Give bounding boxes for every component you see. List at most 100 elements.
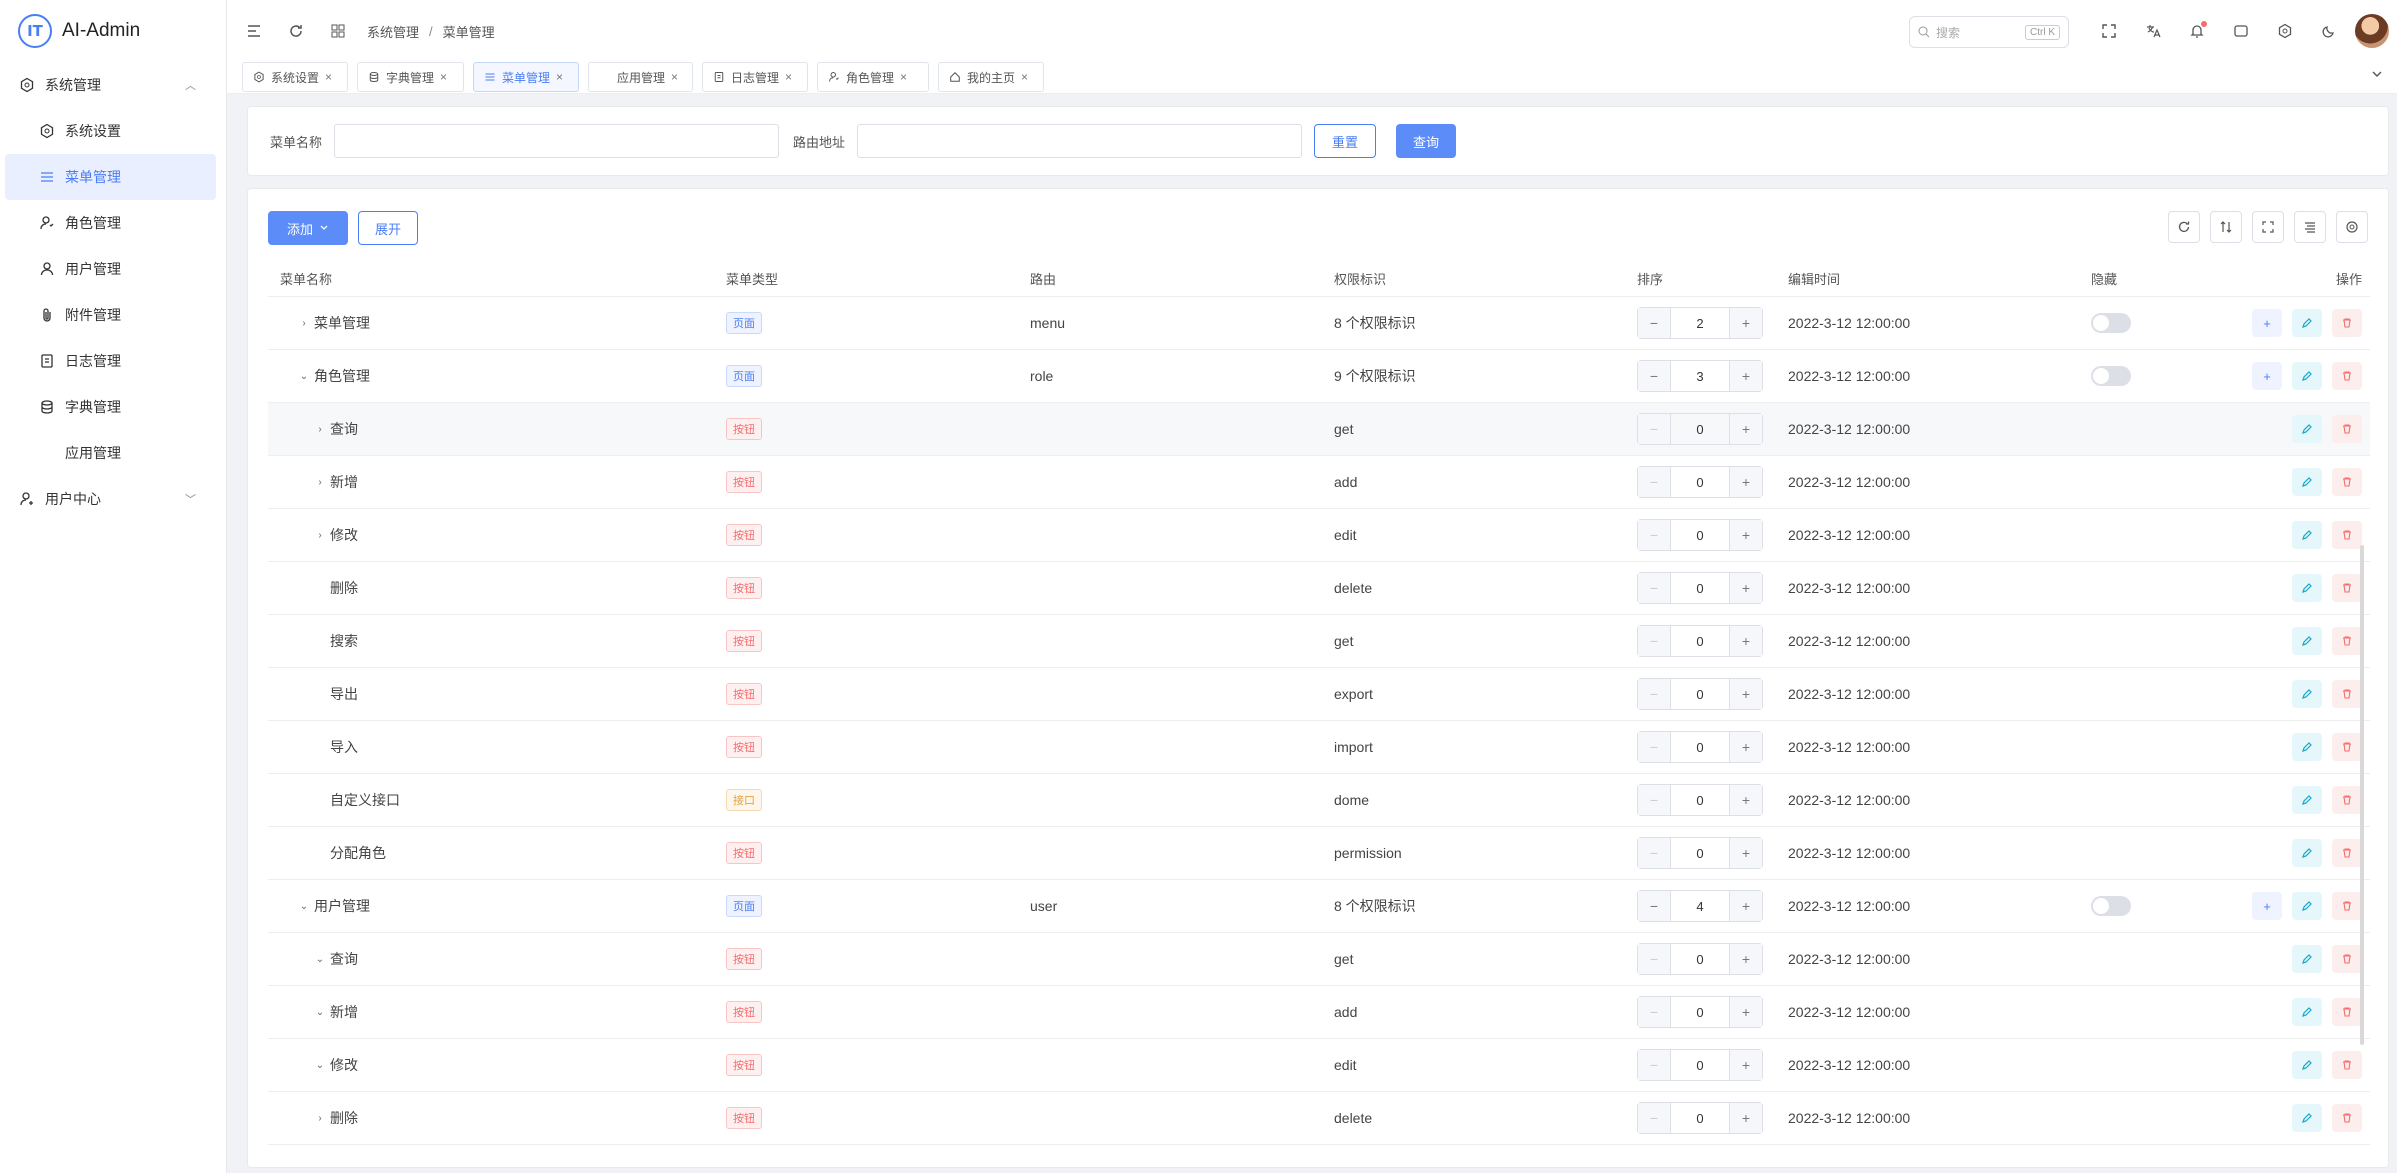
decrement-button[interactable]: − (1638, 732, 1670, 762)
close-icon[interactable]: × (1021, 70, 1028, 84)
decrement-button[interactable]: − (1638, 1050, 1670, 1080)
sort-stepper[interactable]: −0 + (1637, 519, 1763, 551)
chat-icon[interactable] (2226, 16, 2256, 46)
delete-button[interactable] (2332, 362, 2362, 390)
delete-button[interactable] (2332, 468, 2362, 496)
query-button[interactable]: 查询 (1396, 124, 1457, 158)
column-settings-icon[interactable] (2336, 211, 2368, 243)
delete-button[interactable] (2332, 839, 2362, 867)
sidebar-item[interactable]: 附件管理 (0, 292, 226, 338)
hidden-toggle[interactable] (2091, 313, 2131, 333)
edit-button[interactable] (2292, 1051, 2322, 1079)
sidebar-item[interactable]: 字典管理 (0, 384, 226, 430)
increment-button[interactable]: + (1730, 573, 1762, 603)
edit-button[interactable] (2292, 309, 2322, 337)
sidebar-item[interactable]: 日志管理 (0, 338, 226, 384)
sort-value[interactable]: 0 (1670, 520, 1730, 550)
decrement-button[interactable]: − (1638, 838, 1670, 868)
delete-button[interactable] (2332, 521, 2362, 549)
delete-button[interactable] (2332, 1051, 2362, 1079)
fullscreen-icon[interactable] (2094, 16, 2124, 46)
tree-expand-icon[interactable]: ⌄ (314, 954, 326, 965)
increment-button[interactable]: + (1730, 891, 1762, 921)
density-icon[interactable] (2294, 211, 2326, 243)
sidebar-item[interactable]: 系统设置 (0, 108, 226, 154)
search-input[interactable]: 搜索 Ctrl K (1909, 16, 2069, 48)
tree-expand-icon[interactable]: › (298, 318, 310, 329)
edit-button[interactable] (2292, 521, 2322, 549)
tree-expand-icon[interactable]: › (314, 424, 326, 435)
delete-button[interactable] (2332, 945, 2362, 973)
avatar[interactable] (2355, 14, 2389, 48)
edit-button[interactable] (2292, 627, 2322, 655)
delete-button[interactable] (2332, 1104, 2362, 1132)
tab[interactable]: 系统设置 × (242, 62, 348, 92)
edit-button[interactable] (2292, 945, 2322, 973)
sort-stepper[interactable]: −2 + (1637, 307, 1763, 339)
tab[interactable]: 日志管理 × (702, 62, 808, 92)
sort-stepper[interactable]: −0 + (1637, 1102, 1763, 1134)
sort-value[interactable]: 0 (1670, 467, 1730, 497)
delete-button[interactable] (2332, 733, 2362, 761)
sort-stepper[interactable]: −0 + (1637, 413, 1763, 445)
sort-value[interactable]: 2 (1670, 308, 1730, 338)
edit-button[interactable] (2292, 362, 2322, 390)
sort-stepper[interactable]: −0 + (1637, 996, 1763, 1028)
tab[interactable]: 角色管理 × (817, 62, 929, 92)
refresh-icon[interactable] (2168, 211, 2200, 243)
sort-value[interactable]: 0 (1670, 1103, 1730, 1133)
tree-expand-icon[interactable]: ⌄ (298, 371, 310, 382)
decrement-button[interactable]: − (1638, 414, 1670, 444)
increment-button[interactable]: + (1730, 1050, 1762, 1080)
dark-mode-moon-icon[interactable] (2314, 16, 2344, 46)
edit-button[interactable] (2292, 839, 2322, 867)
add-child-button[interactable]: + (2252, 362, 2282, 390)
edit-button[interactable] (2292, 733, 2322, 761)
increment-button[interactable]: + (1730, 944, 1762, 974)
sort-value[interactable]: 0 (1670, 785, 1730, 815)
decrement-button[interactable]: − (1638, 785, 1670, 815)
sort-value[interactable]: 0 (1670, 838, 1730, 868)
increment-button[interactable]: + (1730, 785, 1762, 815)
sort-value[interactable]: 0 (1670, 414, 1730, 444)
increment-button[interactable]: + (1730, 1103, 1762, 1133)
sort-stepper[interactable]: −3 + (1637, 360, 1763, 392)
sort-value[interactable]: 4 (1670, 891, 1730, 921)
hidden-toggle[interactable] (2091, 366, 2131, 386)
close-icon[interactable]: × (671, 70, 678, 84)
notification-bell-icon[interactable] (2182, 16, 2212, 46)
sort-value[interactable]: 0 (1670, 997, 1730, 1027)
delete-button[interactable] (2332, 574, 2362, 602)
decrement-button[interactable]: − (1638, 891, 1670, 921)
close-icon[interactable]: × (785, 70, 792, 84)
edit-button[interactable] (2292, 680, 2322, 708)
sidebar-item[interactable]: 菜单管理 (5, 154, 216, 200)
delete-button[interactable] (2332, 309, 2362, 337)
tree-expand-icon[interactable]: ⌄ (314, 1007, 326, 1018)
edit-button[interactable] (2292, 998, 2322, 1026)
increment-button[interactable]: + (1730, 308, 1762, 338)
sort-stepper[interactable]: −0 + (1637, 1049, 1763, 1081)
increment-button[interactable]: + (1730, 414, 1762, 444)
add-child-button[interactable]: + (2252, 309, 2282, 337)
sort-stepper[interactable]: −0 + (1637, 731, 1763, 763)
delete-button[interactable] (2332, 998, 2362, 1026)
decrement-button[interactable]: − (1638, 573, 1670, 603)
hidden-toggle[interactable] (2091, 896, 2131, 916)
delete-button[interactable] (2332, 415, 2362, 443)
increment-button[interactable]: + (1730, 838, 1762, 868)
sort-value[interactable]: 0 (1670, 732, 1730, 762)
tab[interactable]: 字典管理 × (357, 62, 464, 92)
sidebar-item[interactable]: 应用管理 (0, 430, 226, 476)
increment-button[interactable]: + (1730, 520, 1762, 550)
sidebar-item[interactable]: 用户管理 (0, 246, 226, 292)
expand-button[interactable]: 展开 (358, 211, 418, 245)
tab[interactable]: 我的主页 × (938, 62, 1044, 92)
settings-icon[interactable] (2270, 16, 2300, 46)
sort-stepper[interactable]: −0 + (1637, 466, 1763, 498)
refresh-icon[interactable] (281, 16, 311, 46)
tree-expand-icon[interactable]: › (314, 477, 326, 488)
tab[interactable]: 菜单管理 × (473, 62, 579, 92)
increment-button[interactable]: + (1730, 467, 1762, 497)
logo[interactable]: IT AI-Admin (0, 0, 226, 62)
